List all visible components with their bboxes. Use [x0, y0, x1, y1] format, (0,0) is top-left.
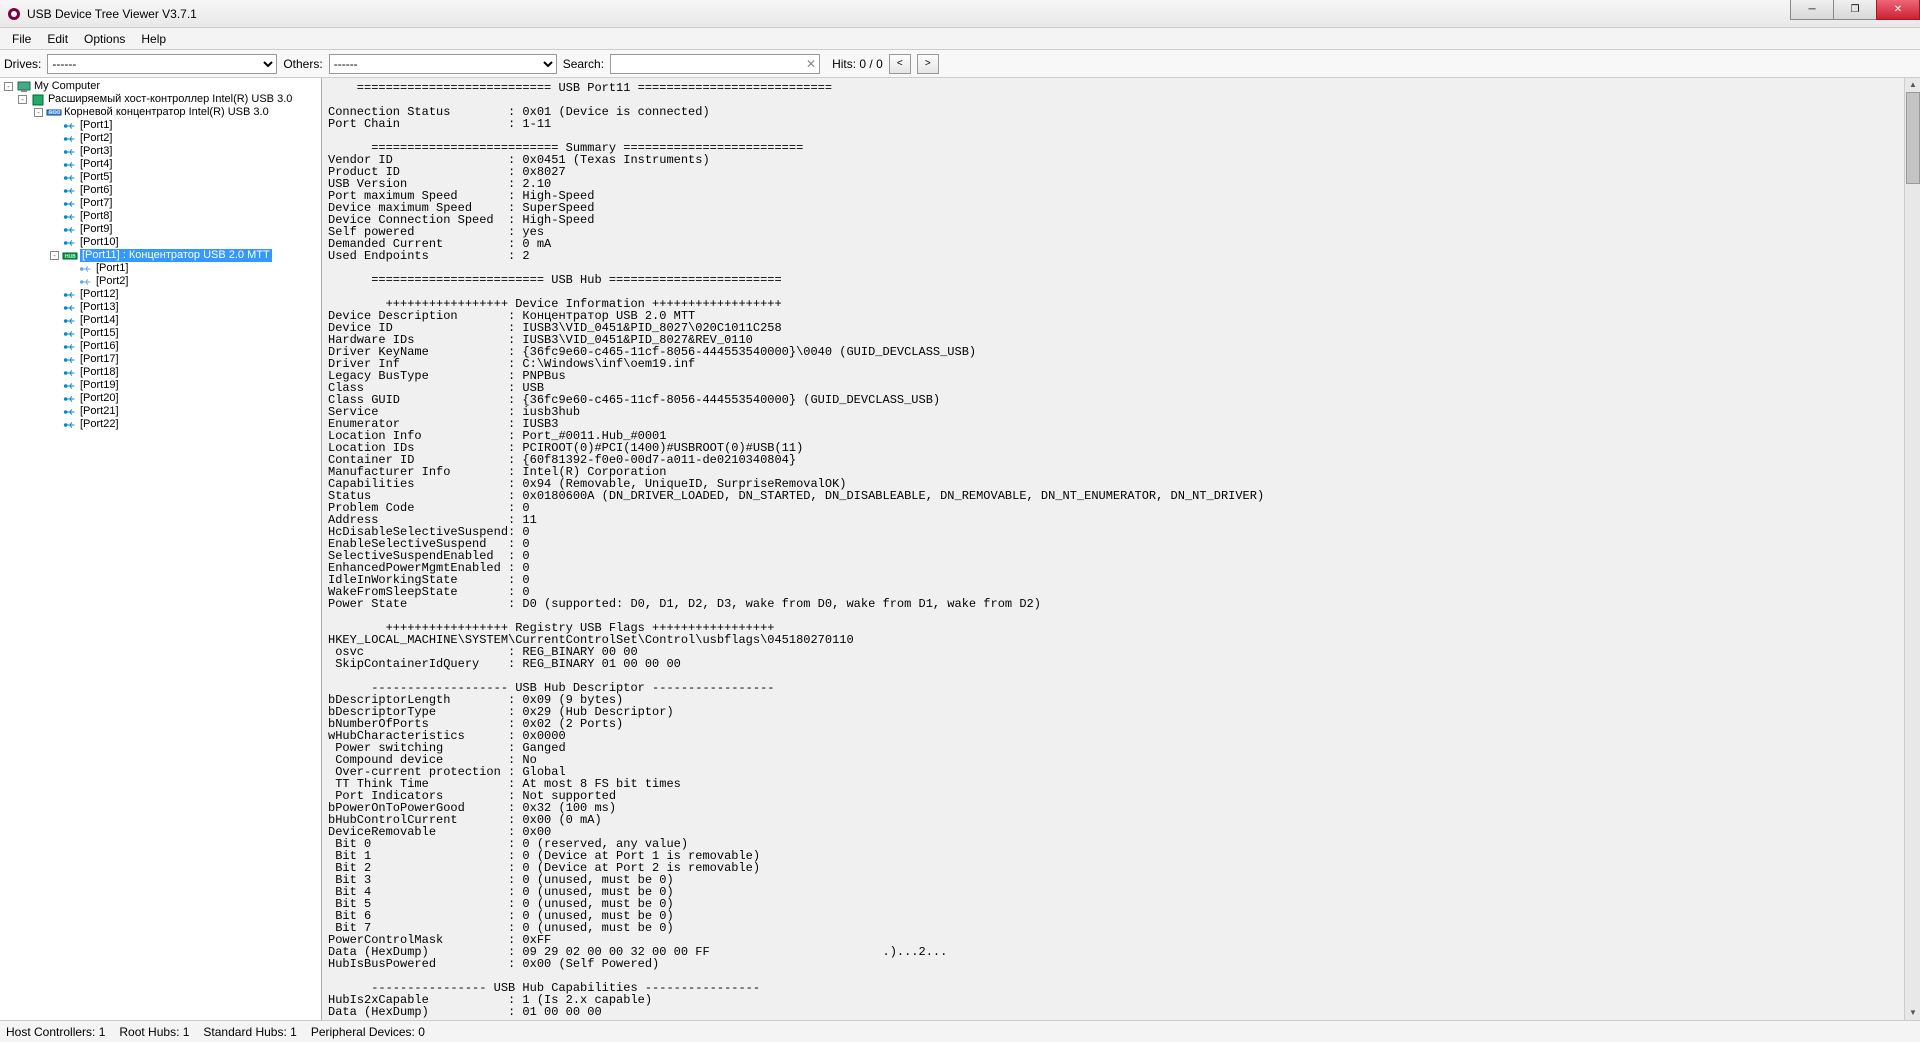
close-button[interactable]: ✕ [1876, 0, 1920, 20]
details-pane: =========================== USB Port11 =… [322, 78, 1920, 1020]
usb-port-icon [62, 223, 78, 236]
usb-port-icon [62, 379, 78, 392]
titlebar: USB Device Tree Viewer V3.7.1 ─ ❐ ✕ [0, 0, 1920, 28]
usb-port-icon [62, 353, 78, 366]
usb-port-icon [62, 327, 78, 340]
usb-port-icon [62, 158, 78, 171]
tree-port-selected[interactable]: -HUB[Port11] : Концентратор USB 2.0 MTT [0, 249, 321, 262]
status-peripheral-devices: Peripheral Devices: 0 [311, 1025, 425, 1039]
next-hit-button[interactable]: > [917, 54, 939, 74]
tree-port[interactable]: [Port22] [0, 418, 321, 431]
status-host-controllers: Host Controllers: 1 [6, 1025, 105, 1039]
search-label: Search: [563, 57, 604, 71]
tree-root[interactable]: -My Computer [0, 80, 321, 93]
hub-icon: ROOT [46, 106, 62, 119]
usb-port-icon [62, 197, 78, 210]
usb-port-icon [62, 145, 78, 158]
tree-port[interactable]: [Port6] [0, 184, 321, 197]
usb-port-icon [62, 405, 78, 418]
usb-port-icon [78, 275, 94, 288]
chip-icon [30, 93, 46, 106]
menu-help[interactable]: Help [133, 30, 174, 48]
others-select[interactable]: ------ [329, 54, 557, 74]
tree-port[interactable]: [Port2] [0, 132, 321, 145]
details-text[interactable]: =========================== USB Port11 =… [322, 78, 1920, 1022]
usb-port-icon [62, 119, 78, 132]
tree-port[interactable]: [Port1] [0, 119, 321, 132]
minimize-button[interactable]: ─ [1790, 0, 1834, 20]
tree-port[interactable]: [Port19] [0, 379, 321, 392]
usb-port-icon [62, 132, 78, 145]
toolbar: Drives: ------ Others: ------ Search: ✕ … [0, 50, 1920, 78]
usb-port-icon [62, 184, 78, 197]
usb-port-icon [62, 236, 78, 249]
usb-port-icon [62, 366, 78, 379]
window-title: USB Device Tree Viewer V3.7.1 [27, 7, 197, 21]
usb-port-icon [78, 262, 94, 275]
tree-port[interactable]: [Port15] [0, 327, 321, 340]
tree-port[interactable]: [Port20] [0, 392, 321, 405]
tree-port[interactable]: [Port12] [0, 288, 321, 301]
scroll-up-icon[interactable]: ▲ [1905, 78, 1920, 92]
scroll-down-icon[interactable]: ▼ [1905, 1006, 1920, 1020]
usb-port-icon [62, 301, 78, 314]
expand-icon[interactable]: - [34, 108, 43, 117]
tree-port[interactable]: [Port1] [0, 262, 321, 275]
scrollbar[interactable]: ▲ ▼ [1904, 78, 1920, 1020]
tree-port[interactable]: [Port3] [0, 145, 321, 158]
tree-port[interactable]: [Port8] [0, 210, 321, 223]
usb-port-icon [62, 340, 78, 353]
tree-port[interactable]: [Port14] [0, 314, 321, 327]
usb-port-icon [62, 392, 78, 405]
usb-port-icon [62, 210, 78, 223]
drives-label: Drives: [4, 57, 41, 71]
status-root-hubs: Root Hubs: 1 [119, 1025, 189, 1039]
tree-port[interactable]: [Port4] [0, 158, 321, 171]
tree-port[interactable]: [Port18] [0, 366, 321, 379]
main-area: -My Computer -Расширяемый хост-контролле… [0, 78, 1920, 1020]
tree-port[interactable]: [Port21] [0, 405, 321, 418]
menu-options[interactable]: Options [76, 30, 133, 48]
status-standard-hubs: Standard Hubs: 1 [203, 1025, 296, 1039]
tree-port[interactable]: [Port9] [0, 223, 321, 236]
app-icon [6, 6, 22, 22]
tree-port[interactable]: [Port13] [0, 301, 321, 314]
tree-port[interactable]: [Port7] [0, 197, 321, 210]
drives-select[interactable]: ------ [47, 54, 277, 74]
others-label: Others: [283, 57, 322, 71]
tree-root-hub[interactable]: -ROOTКорневой концентратор Intel(R) USB … [0, 106, 321, 119]
maximize-button[interactable]: ❐ [1833, 0, 1877, 20]
clear-search-icon[interactable]: ✕ [802, 55, 820, 73]
usb-port-icon [62, 171, 78, 184]
usb-port-icon [62, 314, 78, 327]
expand-icon[interactable]: - [50, 251, 59, 260]
svg-text:HUB: HUB [65, 254, 76, 260]
tree-port[interactable]: [Port10] [0, 236, 321, 249]
menubar: File Edit Options Help [0, 28, 1920, 50]
tree-port[interactable]: [Port2] [0, 275, 321, 288]
device-tree[interactable]: -My Computer -Расширяемый хост-контролле… [0, 78, 322, 1020]
prev-hit-button[interactable]: < [889, 54, 911, 74]
hits-text: Hits: 0 / 0 [832, 57, 883, 71]
statusbar: Host Controllers: 1 Root Hubs: 1 Standar… [0, 1020, 1920, 1042]
usb-port-icon [62, 418, 78, 431]
menu-edit[interactable]: Edit [39, 30, 76, 48]
search-input[interactable] [610, 54, 820, 74]
expand-icon[interactable]: - [18, 95, 27, 104]
usb-port-icon [62, 288, 78, 301]
tree-port[interactable]: [Port16] [0, 340, 321, 353]
expand-icon[interactable]: - [4, 82, 13, 91]
menu-file[interactable]: File [4, 30, 39, 48]
tree-port[interactable]: [Port17] [0, 353, 321, 366]
scroll-thumb[interactable] [1906, 92, 1920, 184]
hub-icon: HUB [62, 249, 78, 262]
tree-port[interactable]: [Port5] [0, 171, 321, 184]
svg-text:ROOT: ROOT [49, 110, 62, 116]
